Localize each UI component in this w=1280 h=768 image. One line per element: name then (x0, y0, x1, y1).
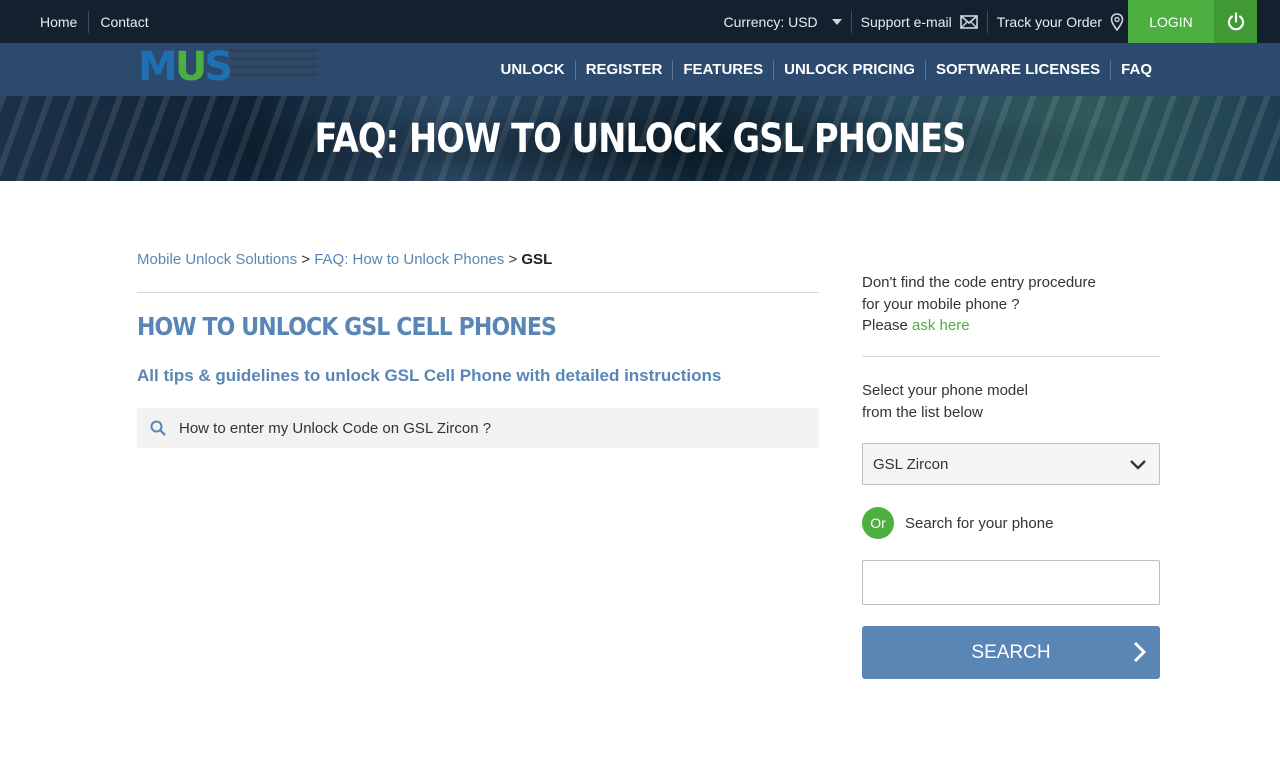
nav-software-licenses[interactable]: SOFTWARE LICENSES (936, 61, 1100, 78)
help-text: Don't find the code entry procedure for … (862, 274, 1096, 334)
nav-faq[interactable]: FAQ (1121, 61, 1152, 78)
main-nav-bar: MUS UNLOCK REGISTER FEATURES UNLOCK PRIC… (0, 43, 1280, 96)
nav-unlock[interactable]: UNLOCK (501, 61, 565, 78)
login-button[interactable]: LOGIN (1128, 0, 1214, 43)
or-search-label: Search for your phone (905, 514, 1054, 532)
or-badge: Or (862, 507, 894, 539)
nav-features[interactable]: FEATURES (683, 61, 763, 78)
logo-lines (230, 49, 318, 81)
home-link[interactable]: Home (40, 14, 77, 30)
divider (672, 59, 674, 80)
contact-link[interactable]: Contact (100, 14, 148, 30)
support-email-link[interactable]: Support e-mail (861, 14, 978, 30)
site-logo[interactable]: MUS (138, 45, 323, 89)
top-links: Home Contact (40, 0, 149, 43)
breadcrumb-home-link[interactable]: Mobile Unlock Solutions (137, 251, 297, 268)
divider (1110, 59, 1112, 80)
ask-here-link[interactable]: ask here (912, 317, 970, 334)
breadcrumb-faq-link[interactable]: FAQ: How to Unlock Phones (314, 251, 504, 268)
nav-unlock-pricing[interactable]: UNLOCK PRICING (784, 61, 915, 78)
phone-search-input[interactable] (862, 560, 1160, 605)
track-order-link[interactable]: Track your Order (996, 12, 1124, 31)
support-email-label: Support e-mail (860, 13, 952, 30)
main-nav: UNLOCK REGISTER FEATURES UNLOCK PRICING … (501, 43, 1152, 96)
selected-model: GSL Zircon (873, 455, 949, 473)
breadcrumb: Mobile Unlock Solutions > FAQ: How to Un… (137, 251, 552, 268)
chevron-down-icon (1130, 460, 1146, 470)
divider (862, 356, 1160, 357)
breadcrumb-separator: > (508, 251, 518, 268)
hero-banner: FAQ: HOW TO UNLOCK GSL PHONES (0, 96, 1280, 181)
breadcrumb-separator: > (301, 251, 311, 268)
top-bar: Home Contact Currency: USD Support e-mai… (0, 0, 1280, 43)
divider (850, 10, 852, 33)
track-order-label: Track your Order (996, 13, 1102, 30)
phone-model-select[interactable]: GSL Zircon (862, 443, 1160, 485)
or-search-row: Or Search for your phone (862, 507, 1053, 539)
chevron-right-icon (1133, 641, 1147, 663)
faq-item[interactable]: How to enter my Unlock Code on GSL Zirco… (137, 408, 819, 448)
nav-register[interactable]: REGISTER (586, 61, 663, 78)
divider (773, 59, 775, 80)
search-button-label: SEARCH (971, 641, 1051, 663)
currency-selector[interactable]: Currency: USD (724, 14, 842, 30)
breadcrumb-current: GSL (521, 251, 553, 268)
select-instructions: Select your phone model from the list be… (862, 382, 1028, 421)
caret-down-icon (831, 18, 842, 25)
search-icon (137, 420, 179, 436)
divider (986, 10, 988, 33)
logo-wordmark: MUS (138, 44, 233, 90)
page-title: HOW TO UNLOCK GSL CELL PHONES (137, 312, 557, 341)
power-icon (1227, 11, 1244, 30)
hero-title: FAQ: HOW TO UNLOCK GSL PHONES (314, 115, 966, 162)
power-button[interactable] (1214, 0, 1257, 43)
faq-item-label: How to enter my Unlock Code on GSL Zirco… (179, 419, 492, 437)
search-button[interactable]: SEARCH (862, 626, 1160, 679)
page-subtitle: All tips & guidelines to unlock GSL Cell… (137, 366, 722, 385)
map-pin-icon (1110, 12, 1124, 31)
top-utilities: Currency: USD Support e-mail Track your … (724, 0, 1124, 43)
divider (88, 10, 90, 33)
currency-label: Currency: USD (723, 13, 818, 30)
divider (924, 59, 926, 80)
divider (574, 59, 576, 80)
mail-icon (959, 14, 978, 29)
divider (137, 292, 819, 293)
